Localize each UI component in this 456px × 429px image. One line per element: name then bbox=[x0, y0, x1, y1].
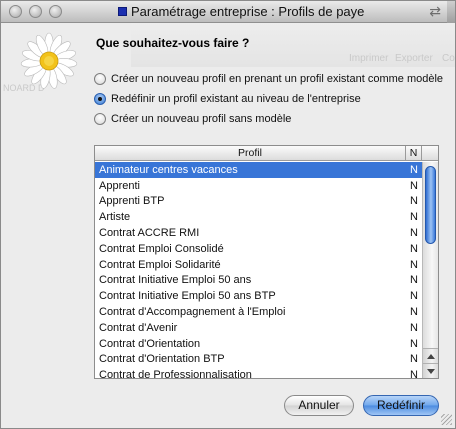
profile-n-cell: N bbox=[410, 369, 418, 379]
profile-name-cell: Apprenti bbox=[99, 179, 140, 192]
background-toolbar-item: Imprimer bbox=[349, 53, 389, 64]
cancel-button[interactable]: Annuler bbox=[284, 395, 354, 416]
table-row[interactable]: Contrat Initiative Emploi 50 ans BTP N bbox=[95, 288, 422, 304]
option-label: Redéfinir un profil existant au niveau d… bbox=[111, 93, 361, 105]
dialog-window: Paramétrage entreprise : Profils de paye… bbox=[0, 0, 456, 429]
window-zoom-icon[interactable] bbox=[49, 5, 62, 18]
table-row[interactable]: Contrat de Professionnalisation N bbox=[95, 367, 422, 379]
profile-name-cell: Contrat ACCRE RMI bbox=[99, 227, 200, 240]
profile-name-cell: Apprenti BTP bbox=[99, 195, 165, 208]
title-bar-edge bbox=[447, 1, 455, 23]
table-row[interactable]: Apprenti BTP N bbox=[95, 194, 422, 210]
profile-n-cell: N bbox=[410, 337, 418, 350]
radio-button[interactable] bbox=[94, 113, 106, 125]
table-row[interactable]: Contrat d'Avenir N bbox=[95, 320, 422, 336]
profile-n-cell: N bbox=[410, 274, 418, 287]
table-body: Animateur centres vacances N Apprenti N Appr… bbox=[95, 162, 422, 379]
window-close-icon[interactable] bbox=[9, 5, 22, 18]
table-row[interactable]: Artiste N bbox=[95, 209, 422, 225]
profile-n-cell: N bbox=[410, 306, 418, 319]
table-row[interactable]: Animateur centres vacances N bbox=[95, 162, 422, 178]
scroll-up-icon[interactable] bbox=[423, 348, 438, 363]
window-minimize-icon[interactable] bbox=[29, 5, 42, 18]
profile-n-cell: N bbox=[410, 195, 418, 208]
profile-name-cell: Contrat d'Orientation bbox=[99, 337, 201, 350]
scroll-down-icon[interactable] bbox=[423, 363, 438, 378]
table-row[interactable]: Contrat Emploi Solidarité N bbox=[95, 257, 422, 273]
profile-n-cell: N bbox=[410, 321, 418, 334]
radio-button[interactable] bbox=[94, 73, 106, 85]
option-label: Créer un nouveau profil sans modèle bbox=[111, 113, 292, 125]
profile-name-cell: Contrat Initiative Emploi 50 ans BTP bbox=[99, 290, 276, 303]
profile-table[interactable]: Profil N Animateur centres vacances N Appr… bbox=[94, 145, 439, 379]
option-create-blank[interactable]: Créer un nouveau profil sans modèle bbox=[94, 111, 291, 127]
profile-name-cell: Animateur centres vacances bbox=[99, 163, 238, 176]
profile-name-cell: Contrat d'Accompagnement à l'Emploi bbox=[99, 306, 286, 319]
table-header: Profil N bbox=[95, 146, 438, 161]
column-header-n[interactable]: N bbox=[406, 146, 422, 161]
profile-name-cell: Contrat de Professionnalisation bbox=[99, 369, 252, 379]
resize-grip-icon[interactable] bbox=[441, 414, 452, 425]
table-row[interactable]: Contrat d'Accompagnement à l'Emploi N bbox=[95, 304, 422, 320]
vertical-scrollbar[interactable] bbox=[422, 162, 438, 378]
radio-button-selected[interactable] bbox=[94, 93, 106, 105]
profile-n-cell: N bbox=[410, 211, 418, 224]
profile-name-cell: Contrat d'Orientation BTP bbox=[99, 353, 225, 366]
table-row[interactable]: Contrat Initiative Emploi 50 ans N bbox=[95, 273, 422, 289]
window-title: Paramétrage entreprise : Profils de paye bbox=[131, 4, 365, 19]
profile-name-cell: Contrat Emploi Consolidé bbox=[99, 242, 224, 255]
option-create-from-model[interactable]: Créer un nouveau profil en prenant un pr… bbox=[94, 71, 443, 87]
profile-n-cell: N bbox=[410, 353, 418, 366]
background-toolbar-item: Exporter bbox=[395, 53, 433, 64]
redefine-button[interactable]: Redéfinir bbox=[363, 395, 439, 416]
table-row[interactable]: Contrat Emploi Consolidé N bbox=[95, 241, 422, 257]
profile-n-cell: N bbox=[410, 179, 418, 192]
document-icon bbox=[118, 7, 127, 16]
profile-name-cell: Contrat Initiative Emploi 50 ans bbox=[99, 274, 252, 287]
column-header-profil[interactable]: Profil bbox=[95, 146, 406, 161]
table-row[interactable]: Contrat d'Orientation BTP N bbox=[95, 352, 422, 368]
profile-n-cell: N bbox=[410, 290, 418, 303]
background-toolbar-item: Co bbox=[442, 53, 455, 64]
profile-n-cell: N bbox=[410, 227, 418, 240]
option-label: Créer un nouveau profil en prenant un pr… bbox=[111, 73, 444, 85]
scroll-thumb[interactable] bbox=[425, 166, 436, 244]
table-row[interactable]: Contrat ACCRE RMI N bbox=[95, 225, 422, 241]
profile-n-cell: N bbox=[410, 258, 418, 271]
dialog-question: Que souhaitez-vous faire ? bbox=[96, 36, 250, 50]
table-row[interactable]: Contrat d'Orientation N bbox=[95, 336, 422, 352]
profile-n-cell: N bbox=[410, 163, 418, 176]
header-corner bbox=[422, 146, 438, 161]
daisy-icon bbox=[20, 32, 78, 89]
option-redefine-existing[interactable]: Redéfinir un profil existant au niveau d… bbox=[94, 91, 361, 107]
sync-arrows-icon[interactable]: ⇄ bbox=[429, 3, 441, 20]
title-bar[interactable]: Paramétrage entreprise : Profils de paye… bbox=[1, 1, 455, 23]
profile-name-cell: Contrat d'Avenir bbox=[99, 321, 178, 334]
table-row[interactable]: Apprenti N bbox=[95, 178, 422, 194]
profile-name-cell: Artiste bbox=[99, 211, 131, 224]
profile-n-cell: N bbox=[410, 242, 418, 255]
profile-name-cell: Contrat Emploi Solidarité bbox=[99, 258, 221, 271]
